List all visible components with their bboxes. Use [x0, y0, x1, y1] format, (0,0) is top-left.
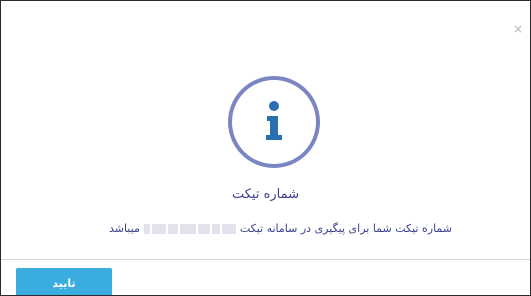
message-suffix: میباشد — [108, 222, 140, 235]
footer-divider — [1, 259, 530, 260]
ticket-number-masked — [143, 223, 237, 234]
ticket-dialog: × شماره تیکت شماره تیکت شما برای پیگیری … — [0, 0, 531, 296]
message-prefix: شماره تیکت شما برای پیگیری در سامانه تیک… — [239, 222, 452, 235]
dialog-title: شماره تیکت — [231, 187, 300, 202]
confirm-button[interactable]: تایید — [16, 268, 112, 295]
close-icon[interactable]: × — [512, 23, 524, 35]
info-icon — [227, 75, 321, 169]
dialog-message: شماره تیکت شما برای پیگیری در سامانه تیک… — [109, 222, 452, 235]
